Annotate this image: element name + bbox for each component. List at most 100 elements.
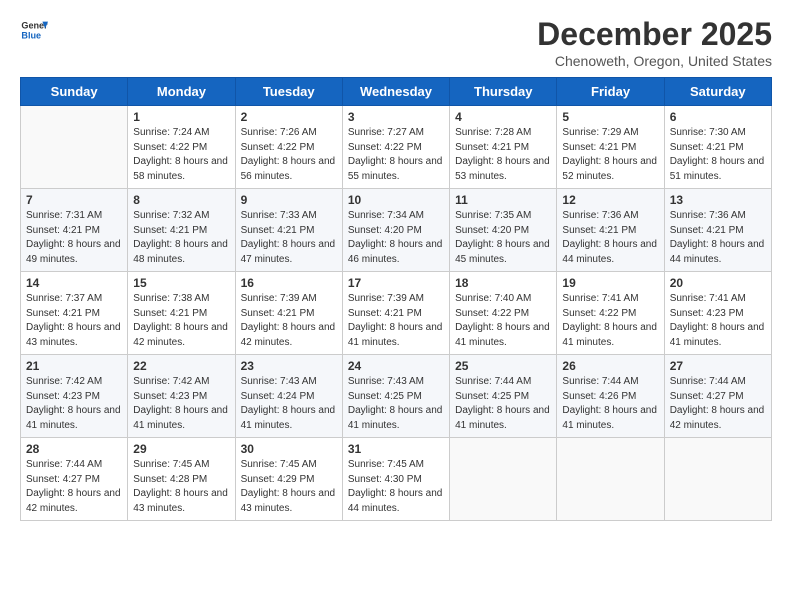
day-number: 23 xyxy=(241,359,337,373)
day-number: 14 xyxy=(26,276,122,290)
calendar-cell: 20 Sunrise: 7:41 AM Sunset: 4:23 PM Dayl… xyxy=(664,272,771,355)
daylight-text: Daylight: 8 hours and 41 minutes. xyxy=(455,405,550,431)
daylight-text: Daylight: 8 hours and 49 minutes. xyxy=(26,239,121,265)
sunrise-text: Sunrise: 7:36 AM xyxy=(670,210,746,221)
sunset-text: Sunset: 4:28 PM xyxy=(133,474,207,485)
calendar-table: SundayMondayTuesdayWednesdayThursdayFrid… xyxy=(20,77,772,521)
sunset-text: Sunset: 4:21 PM xyxy=(348,308,422,319)
cell-content: Sunrise: 7:41 AM Sunset: 4:23 PM Dayligh… xyxy=(670,292,766,350)
sunrise-text: Sunrise: 7:41 AM xyxy=(562,293,638,304)
calendar-cell: 10 Sunrise: 7:34 AM Sunset: 4:20 PM Dayl… xyxy=(342,189,449,272)
day-number: 8 xyxy=(133,193,229,207)
daylight-text: Daylight: 8 hours and 44 minutes. xyxy=(670,239,765,265)
weekday-header-saturday: Saturday xyxy=(664,78,771,106)
day-number: 17 xyxy=(348,276,444,290)
weekday-header-friday: Friday xyxy=(557,78,664,106)
calendar-cell: 7 Sunrise: 7:31 AM Sunset: 4:21 PM Dayli… xyxy=(21,189,128,272)
sunset-text: Sunset: 4:23 PM xyxy=(133,391,207,402)
daylight-text: Daylight: 8 hours and 48 minutes. xyxy=(133,239,228,265)
sunset-text: Sunset: 4:20 PM xyxy=(348,225,422,236)
sunrise-text: Sunrise: 7:44 AM xyxy=(455,376,531,387)
daylight-text: Daylight: 8 hours and 45 minutes. xyxy=(455,239,550,265)
calendar-cell: 12 Sunrise: 7:36 AM Sunset: 4:21 PM Dayl… xyxy=(557,189,664,272)
calendar-cell xyxy=(664,438,771,521)
cell-content: Sunrise: 7:40 AM Sunset: 4:22 PM Dayligh… xyxy=(455,292,551,350)
calendar-cell: 15 Sunrise: 7:38 AM Sunset: 4:21 PM Dayl… xyxy=(128,272,235,355)
sunset-text: Sunset: 4:29 PM xyxy=(241,474,315,485)
sunrise-text: Sunrise: 7:37 AM xyxy=(26,293,102,304)
cell-content: Sunrise: 7:43 AM Sunset: 4:25 PM Dayligh… xyxy=(348,375,444,433)
daylight-text: Daylight: 8 hours and 51 minutes. xyxy=(670,156,765,182)
sunrise-text: Sunrise: 7:30 AM xyxy=(670,127,746,138)
daylight-text: Daylight: 8 hours and 41 minutes. xyxy=(562,322,657,348)
sunrise-text: Sunrise: 7:45 AM xyxy=(241,459,317,470)
sunrise-text: Sunrise: 7:42 AM xyxy=(133,376,209,387)
sunrise-text: Sunrise: 7:42 AM xyxy=(26,376,102,387)
sunset-text: Sunset: 4:23 PM xyxy=(26,391,100,402)
calendar-week-5: 28 Sunrise: 7:44 AM Sunset: 4:27 PM Dayl… xyxy=(21,438,772,521)
sunset-text: Sunset: 4:22 PM xyxy=(241,142,315,153)
sunset-text: Sunset: 4:25 PM xyxy=(348,391,422,402)
sunset-text: Sunset: 4:26 PM xyxy=(562,391,636,402)
day-number: 20 xyxy=(670,276,766,290)
cell-content: Sunrise: 7:38 AM Sunset: 4:21 PM Dayligh… xyxy=(133,292,229,350)
cell-content: Sunrise: 7:27 AM Sunset: 4:22 PM Dayligh… xyxy=(348,126,444,184)
cell-content: Sunrise: 7:41 AM Sunset: 4:22 PM Dayligh… xyxy=(562,292,658,350)
day-number: 13 xyxy=(670,193,766,207)
cell-content: Sunrise: 7:31 AM Sunset: 4:21 PM Dayligh… xyxy=(26,209,122,267)
calendar-cell xyxy=(557,438,664,521)
sunset-text: Sunset: 4:21 PM xyxy=(455,142,529,153)
day-number: 19 xyxy=(562,276,658,290)
day-number: 6 xyxy=(670,110,766,124)
sunrise-text: Sunrise: 7:34 AM xyxy=(348,210,424,221)
sunrise-text: Sunrise: 7:43 AM xyxy=(241,376,317,387)
calendar-cell: 9 Sunrise: 7:33 AM Sunset: 4:21 PM Dayli… xyxy=(235,189,342,272)
sunrise-text: Sunrise: 7:38 AM xyxy=(133,293,209,304)
sunset-text: Sunset: 4:21 PM xyxy=(562,142,636,153)
daylight-text: Daylight: 8 hours and 41 minutes. xyxy=(26,405,121,431)
sunset-text: Sunset: 4:21 PM xyxy=(241,225,315,236)
daylight-text: Daylight: 8 hours and 42 minutes. xyxy=(241,322,336,348)
cell-content: Sunrise: 7:29 AM Sunset: 4:21 PM Dayligh… xyxy=(562,126,658,184)
calendar-cell: 14 Sunrise: 7:37 AM Sunset: 4:21 PM Dayl… xyxy=(21,272,128,355)
sunset-text: Sunset: 4:21 PM xyxy=(133,225,207,236)
day-number: 27 xyxy=(670,359,766,373)
weekday-header-monday: Monday xyxy=(128,78,235,106)
cell-content: Sunrise: 7:39 AM Sunset: 4:21 PM Dayligh… xyxy=(348,292,444,350)
day-number: 29 xyxy=(133,442,229,456)
cell-content: Sunrise: 7:36 AM Sunset: 4:21 PM Dayligh… xyxy=(562,209,658,267)
cell-content: Sunrise: 7:39 AM Sunset: 4:21 PM Dayligh… xyxy=(241,292,337,350)
weekday-header-tuesday: Tuesday xyxy=(235,78,342,106)
sunrise-text: Sunrise: 7:36 AM xyxy=(562,210,638,221)
calendar-cell: 2 Sunrise: 7:26 AM Sunset: 4:22 PM Dayli… xyxy=(235,106,342,189)
daylight-text: Daylight: 8 hours and 44 minutes. xyxy=(562,239,657,265)
daylight-text: Daylight: 8 hours and 42 minutes. xyxy=(26,488,121,514)
cell-content: Sunrise: 7:36 AM Sunset: 4:21 PM Dayligh… xyxy=(670,209,766,267)
sunrise-text: Sunrise: 7:43 AM xyxy=(348,376,424,387)
cell-content: Sunrise: 7:35 AM Sunset: 4:20 PM Dayligh… xyxy=(455,209,551,267)
calendar-cell: 23 Sunrise: 7:43 AM Sunset: 4:24 PM Dayl… xyxy=(235,355,342,438)
sunset-text: Sunset: 4:22 PM xyxy=(348,142,422,153)
calendar-cell: 11 Sunrise: 7:35 AM Sunset: 4:20 PM Dayl… xyxy=(450,189,557,272)
day-number: 5 xyxy=(562,110,658,124)
cell-content: Sunrise: 7:33 AM Sunset: 4:21 PM Dayligh… xyxy=(241,209,337,267)
svg-text:Blue: Blue xyxy=(21,30,41,40)
day-number: 22 xyxy=(133,359,229,373)
sunset-text: Sunset: 4:20 PM xyxy=(455,225,529,236)
calendar-cell: 19 Sunrise: 7:41 AM Sunset: 4:22 PM Dayl… xyxy=(557,272,664,355)
calendar-cell: 8 Sunrise: 7:32 AM Sunset: 4:21 PM Dayli… xyxy=(128,189,235,272)
calendar-cell: 18 Sunrise: 7:40 AM Sunset: 4:22 PM Dayl… xyxy=(450,272,557,355)
calendar-week-2: 7 Sunrise: 7:31 AM Sunset: 4:21 PM Dayli… xyxy=(21,189,772,272)
cell-content: Sunrise: 7:42 AM Sunset: 4:23 PM Dayligh… xyxy=(26,375,122,433)
day-number: 12 xyxy=(562,193,658,207)
calendar-cell: 6 Sunrise: 7:30 AM Sunset: 4:21 PM Dayli… xyxy=(664,106,771,189)
sunset-text: Sunset: 4:30 PM xyxy=(348,474,422,485)
cell-content: Sunrise: 7:45 AM Sunset: 4:30 PM Dayligh… xyxy=(348,458,444,516)
cell-content: Sunrise: 7:44 AM Sunset: 4:26 PM Dayligh… xyxy=(562,375,658,433)
sunrise-text: Sunrise: 7:24 AM xyxy=(133,127,209,138)
daylight-text: Daylight: 8 hours and 43 minutes. xyxy=(241,488,336,514)
sunset-text: Sunset: 4:22 PM xyxy=(133,142,207,153)
logo-icon: General Blue xyxy=(20,16,48,44)
cell-content: Sunrise: 7:44 AM Sunset: 4:25 PM Dayligh… xyxy=(455,375,551,433)
daylight-text: Daylight: 8 hours and 44 minutes. xyxy=(348,488,443,514)
